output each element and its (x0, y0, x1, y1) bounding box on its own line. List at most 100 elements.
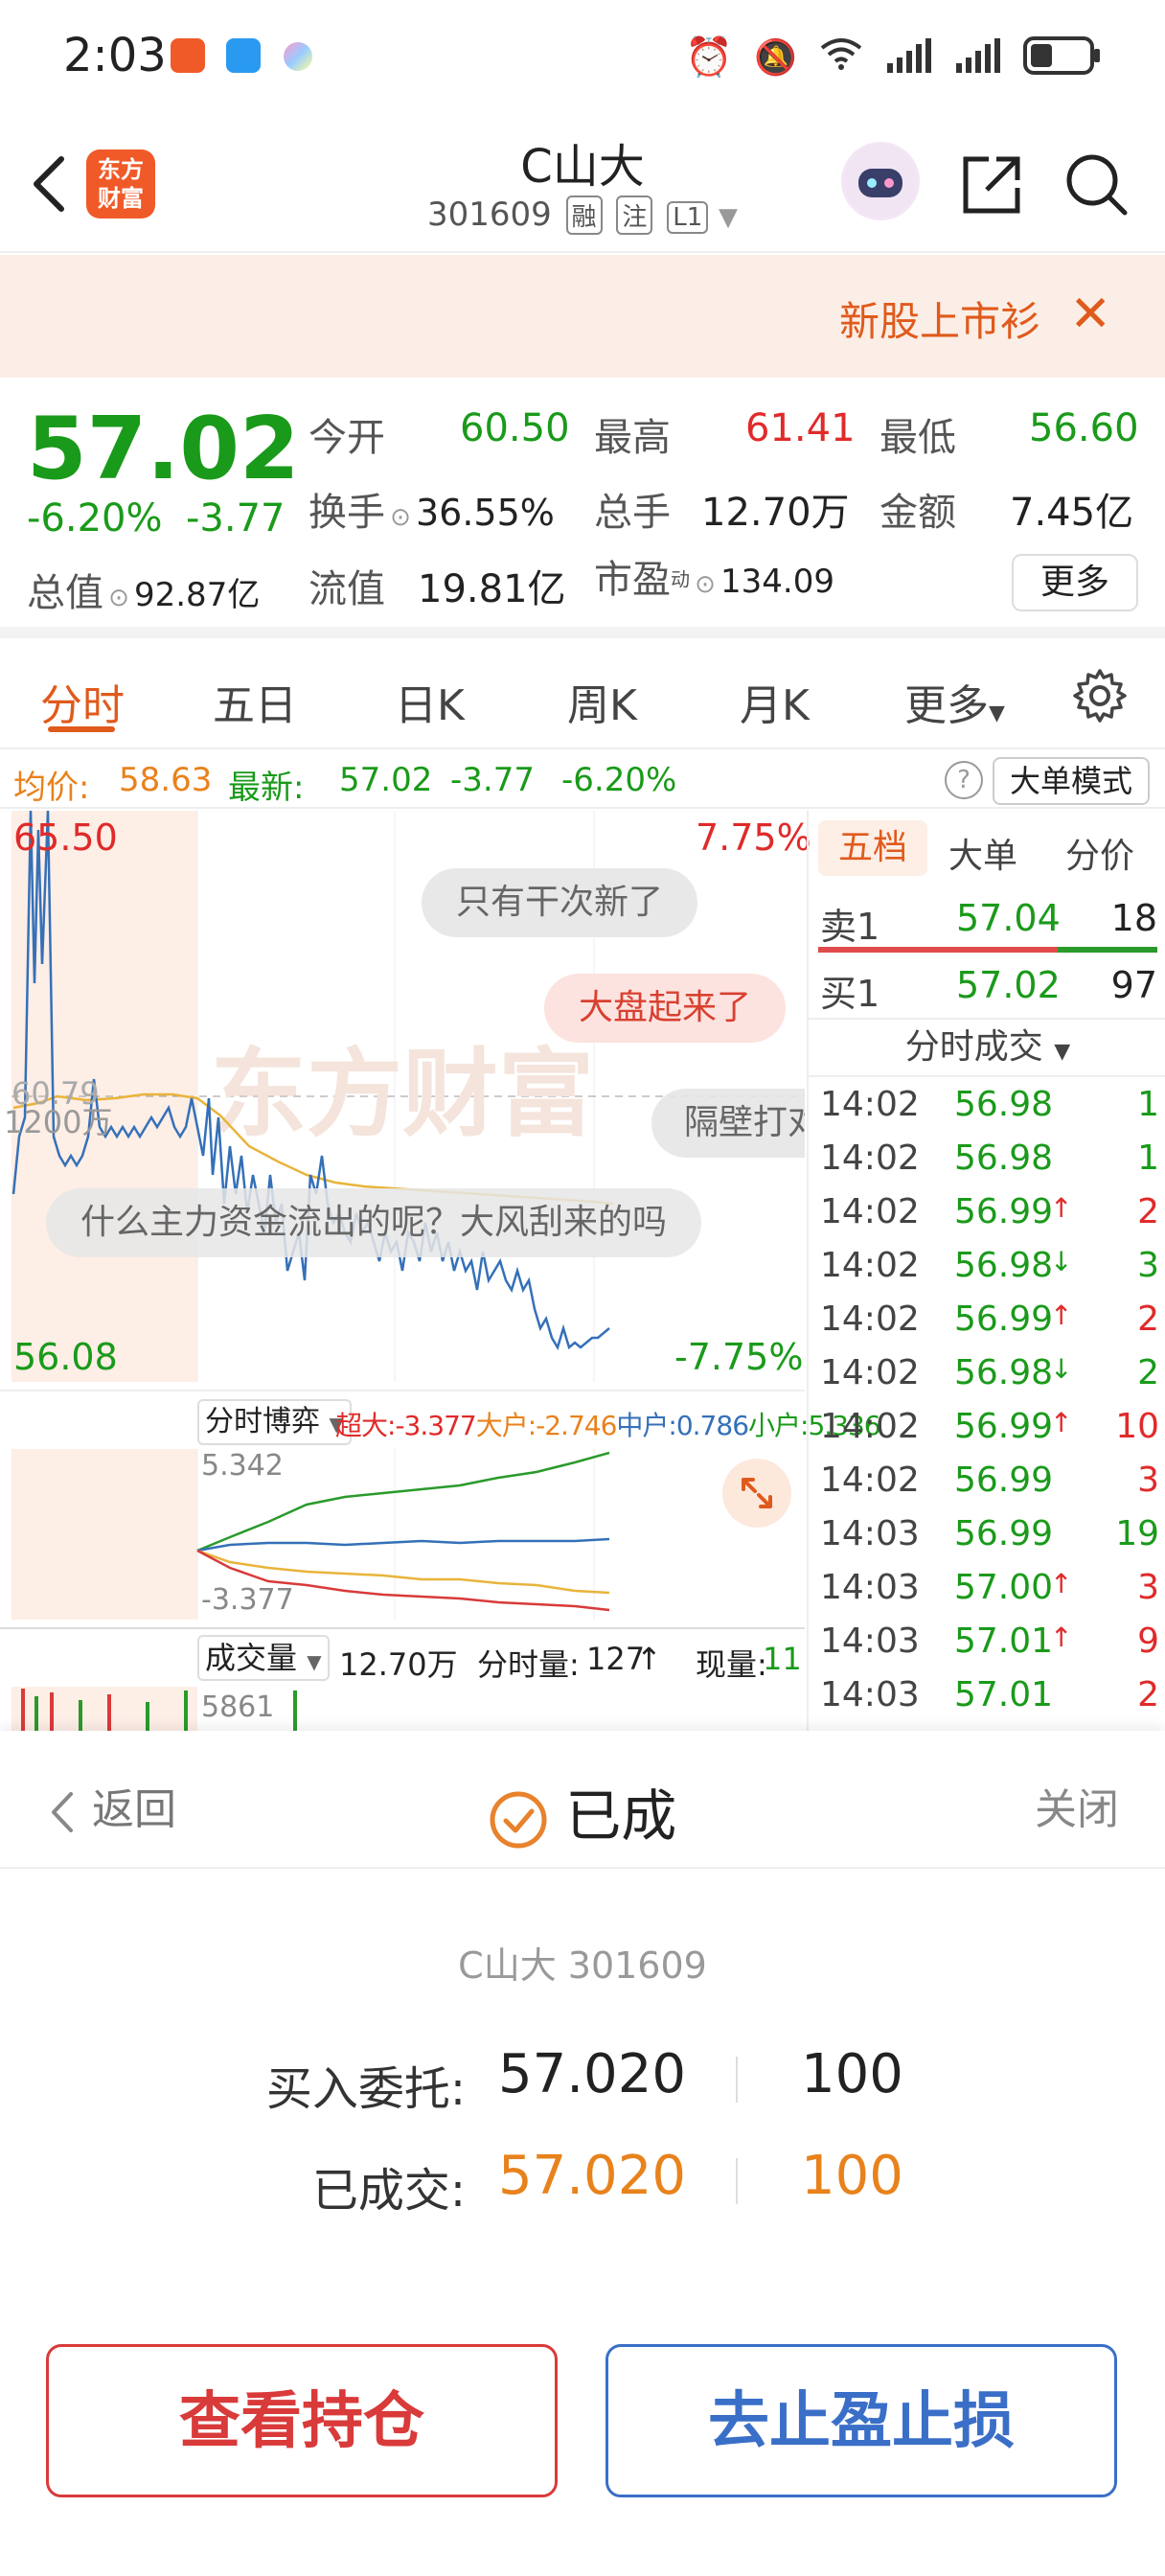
trade-qty: 3 (1137, 1568, 1159, 1607)
margin-tag: 融 (565, 196, 603, 235)
tab-more[interactable]: 更多▼ (904, 671, 1005, 732)
view-position-button[interactable]: 查看持仓 (46, 2344, 558, 2497)
trades-title-dropdown[interactable]: 分时成交 ▼ (809, 1018, 1165, 1077)
big-order-mode-button[interactable]: 大单模式 (993, 757, 1150, 805)
order-book-panel: 五档 大单 分价 卖1 57.04 18 买1 57.02 97 分时成交 ▼ … (807, 811, 1165, 1731)
share-icon[interactable] (958, 151, 1025, 218)
ask1-qty: 18 (1110, 897, 1157, 939)
bid1-label: 买1 (820, 973, 880, 1015)
ipo-banner[interactable]: 新股上市衫 ✕ (0, 255, 1165, 378)
trade-time: 14:02 (820, 1192, 920, 1231)
info-icon: ⊙ (108, 584, 129, 612)
danmaku-comment[interactable]: 隔壁打对 (651, 1089, 805, 1158)
ai-assistant-icon[interactable] (841, 142, 920, 220)
status-bar: 2:03 ⏰ 🔕 (0, 0, 1165, 115)
trade-price: 56.98 (954, 1085, 1054, 1124)
sheet-close-button[interactable]: 关闭 (1035, 1775, 1119, 1836)
amount-value: 7.45亿 (1010, 491, 1134, 535)
danmaku-comment[interactable]: 只有干次新了 (422, 868, 698, 937)
expand-icon[interactable] (722, 1459, 791, 1528)
chart-tabs: 分时 五日 日K 周K 月K 更多▼ (0, 638, 1165, 749)
high-label: 最高 (594, 416, 671, 460)
filled-price: 57.020 (498, 2145, 686, 2207)
danmaku-comment[interactable]: 什么主力资金流出的呢？大风刮来的吗 (46, 1188, 702, 1257)
more-quote-button[interactable]: 更多 (1012, 554, 1138, 611)
avg-value: 58.63 (119, 761, 213, 799)
capital-flow-values: 超大:-3.377大户:-2.746中户:0.786小户:5.336 (335, 1405, 881, 1443)
info-icon: ⊙ (695, 570, 716, 599)
pe-sup: 动 (671, 567, 690, 591)
open-value: 60.50 (460, 406, 570, 450)
capital-flow-svg (11, 1449, 610, 1620)
tab-five-day[interactable]: 五日 (213, 671, 297, 732)
tab-intraday[interactable]: 分时 (40, 671, 125, 732)
pe-group: 市盈动 ⊙ 134.09 (594, 548, 834, 604)
turnover-label: 换手 (308, 491, 385, 535)
color-dot-icon (284, 42, 312, 71)
amount-label: 金额 (879, 491, 956, 535)
trade-list[interactable]: 14:02 56.98 1 14:02 56.98 1 14:02 56.99 ↑ 2 14:02 5… (809, 1085, 1165, 1731)
stop-profit-loss-button[interactable]: 去止盈止损 (605, 2344, 1117, 2497)
wifi-icon (818, 34, 864, 80)
volume-bar (293, 1690, 297, 1731)
trade-time: 14:02 (820, 1138, 920, 1178)
bid1-price: 57.02 (956, 964, 1061, 1006)
order-result-sheet: 返回 已成 关闭 C山大 301609 买入委托: 57.020 100 已成交… (0, 1731, 1165, 2576)
app-notification-icon (171, 38, 205, 73)
low-value: 56.60 (1029, 406, 1139, 450)
close-icon[interactable]: ✕ (1069, 289, 1111, 339)
current-volume: 11 (763, 1641, 802, 1677)
intraday-chart[interactable]: 东方财富 65.50 7.75% 56.08 -7.75% 60.79 1200… (0, 810, 811, 1386)
trade-price: 56.98 (954, 1353, 1054, 1392)
volume-dropdown[interactable]: 成交量 ▼ (197, 1635, 330, 1681)
trade-qty: 19 (1115, 1514, 1159, 1553)
last-price: 57.02 (27, 399, 300, 499)
latest-pct: -6.20% (561, 761, 677, 799)
quote-panel: 57.02 -6.20% -3.77 总值 ⊙ 92.87亿 今开 60.50 … (0, 380, 1165, 638)
float-value: 19.81亿 (418, 567, 566, 611)
capital-flow-chart[interactable]: 5.342 -3.377 (0, 1449, 805, 1623)
sheet-header: 返回 已成 关闭 (0, 1731, 1165, 1869)
tab-price-distribution[interactable]: 分价 (1065, 828, 1134, 878)
trade-price: 56.99 (954, 1514, 1054, 1553)
filled-label: 已成交: (311, 2164, 466, 2218)
tab-weekly-k[interactable]: 周K (567, 671, 637, 732)
gear-icon[interactable] (1071, 667, 1129, 724)
capital-flow-header: 分时博弈 ▼ 超大:-3.377大户:-2.746中户:0.786小户:5.33… (0, 1390, 881, 1447)
trade-price: 56.99 (954, 1192, 1054, 1231)
trade-row: 14:02 56.98 ↓ 2 (820, 1353, 1159, 1407)
trade-time: 14:02 (820, 1460, 920, 1500)
caret-down-icon: ▼ (989, 702, 1005, 725)
watermark-text: 东方财富 (211, 1038, 594, 1150)
search-icon[interactable] (1063, 151, 1131, 218)
pe-label: 市盈 (594, 558, 671, 602)
mktcap-value: 92.87亿 (133, 576, 261, 614)
trade-row: 14:03 57.01 2 (820, 1675, 1159, 1729)
level-tag: L1 (667, 201, 709, 234)
trade-row: 14:03 57.00 ↑ 3 (820, 1568, 1159, 1622)
tab-level5[interactable]: 五档 (818, 820, 927, 876)
trade-qty: 9 (1137, 1622, 1159, 1661)
intraday-summary-row: 均价: 58.63 最新: 57.02 -3.77 -6.20% ? 大单模式 (0, 749, 1165, 809)
volume-scale: 5861 (201, 1690, 275, 1724)
volume-chart (11, 1687, 197, 1731)
trade-time: 14:03 (820, 1622, 920, 1661)
trade-qty: 1 (1137, 1138, 1159, 1178)
capital-flow-label: 分时博弈 (205, 1405, 320, 1438)
medium-investor-line (196, 1537, 610, 1552)
medium-value: 0.786 (675, 1410, 749, 1441)
ask-strength-bar (818, 947, 1058, 953)
danmaku-comment[interactable]: 大盘起来了 (544, 974, 787, 1043)
tab-monthly-k[interactable]: 月K (740, 671, 810, 732)
open-label: 今开 (308, 416, 385, 460)
trade-arrow-icon: ↑ (1050, 1568, 1073, 1599)
status-time: 2:03 (63, 29, 167, 82)
capital-flow-dropdown[interactable]: 分时博弈 ▼ (197, 1399, 352, 1445)
latest-chg: -3.77 (450, 761, 535, 799)
battery-icon (1023, 35, 1102, 79)
trade-time: 14:02 (820, 1246, 920, 1285)
tab-daily-k[interactable]: 日K (395, 671, 465, 732)
help-icon[interactable]: ? (945, 761, 983, 799)
order-price: 57.020 (498, 2043, 686, 2105)
tab-big-orders[interactable]: 大单 (948, 828, 1017, 878)
